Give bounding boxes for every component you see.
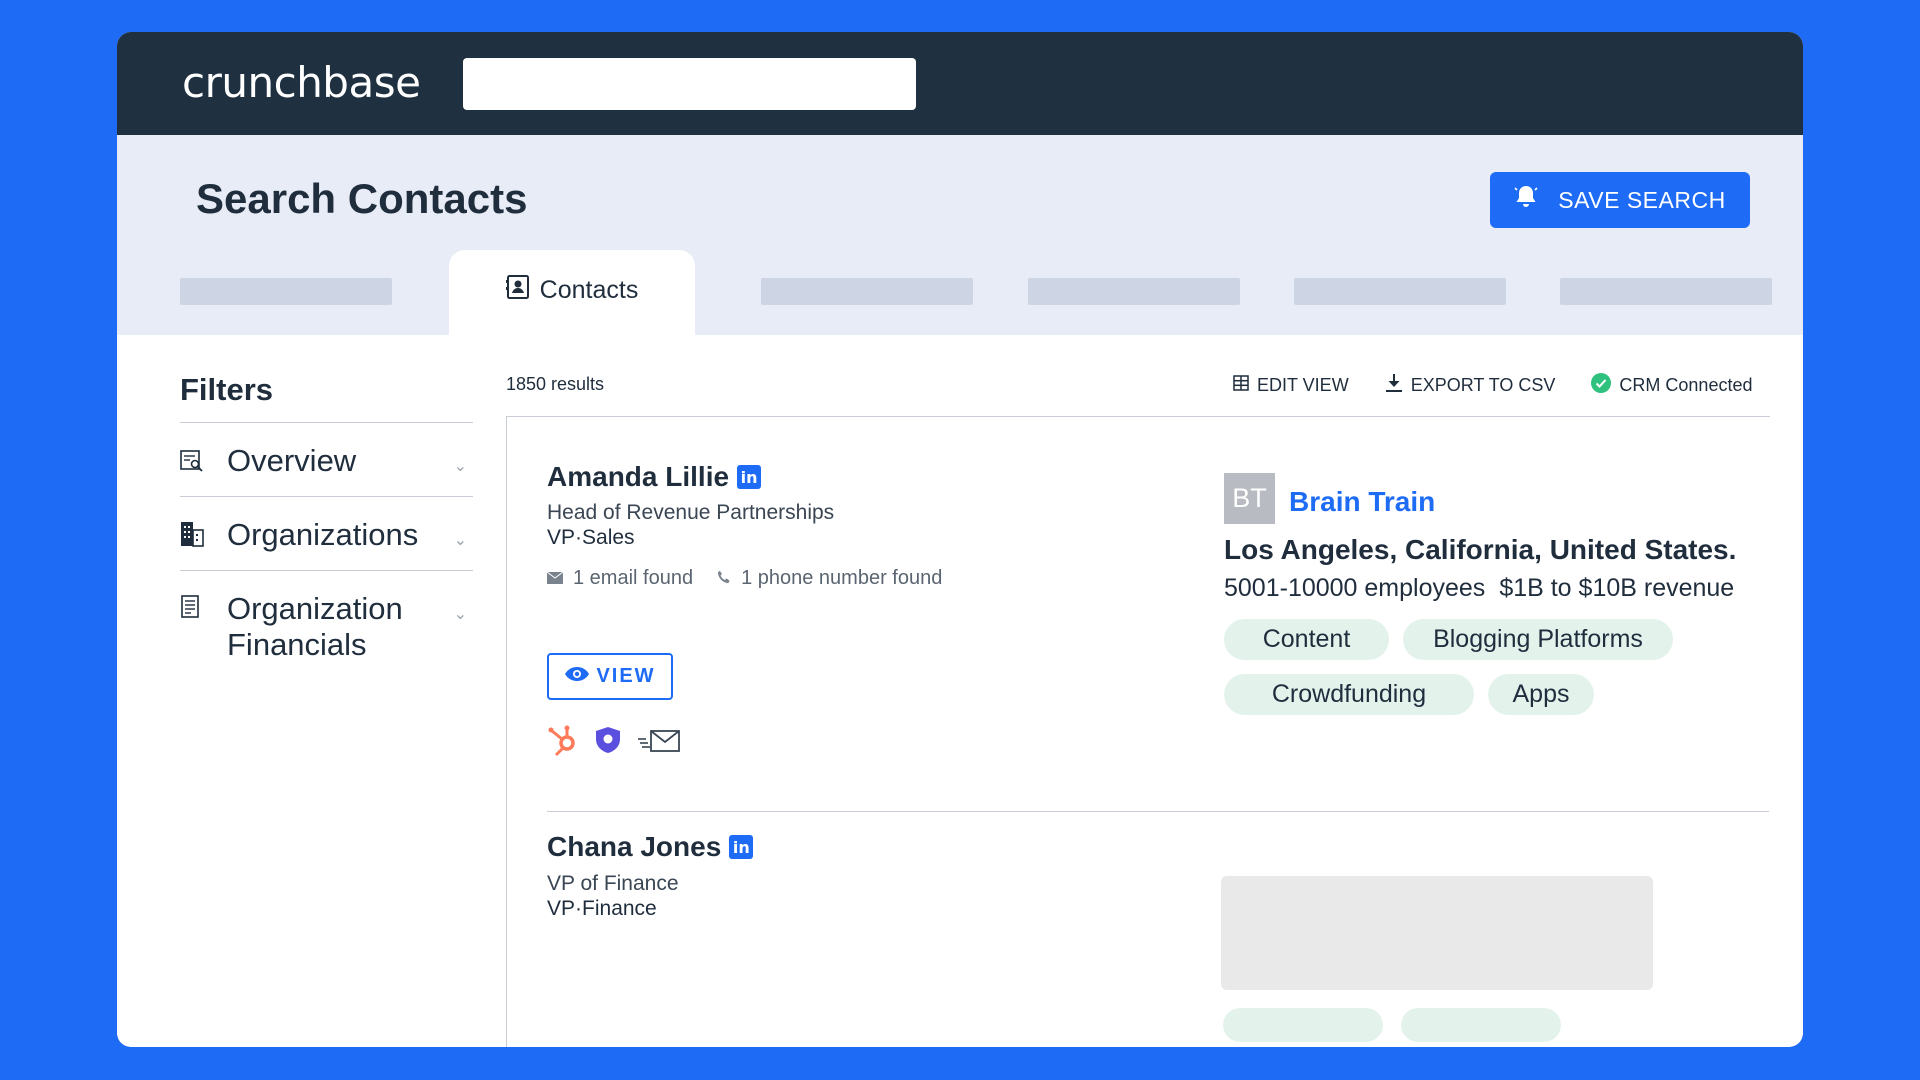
hubspot-icon[interactable]	[547, 723, 579, 762]
separator-dot: ·	[575, 526, 583, 549]
building-icon	[180, 519, 204, 547]
contact-title: Head of Revenue Partnerships	[547, 501, 835, 524]
org-employees: 5001-10000 employees	[1224, 574, 1486, 602]
email-found[interactable]: 1 email found	[546, 567, 694, 590]
page-header: Search Contacts SAVE SEARCH Contacts	[117, 135, 1803, 335]
overview-icon	[180, 445, 204, 472]
tab-placeholder[interactable]	[1294, 278, 1506, 305]
envelope-icon	[546, 567, 564, 590]
filter-label: Organization Financials	[227, 591, 403, 662]
org-industry-tags: Content Blogging Platforms Crowdfunding …	[1224, 619, 1784, 715]
contact-title: VP of Finance	[547, 872, 679, 895]
eye-icon	[564, 665, 590, 688]
phone-icon	[717, 567, 731, 590]
industry-tag[interactable]: Content	[1224, 619, 1389, 660]
shield-icon[interactable]	[593, 725, 623, 760]
crm-label: CRM Connected	[1619, 374, 1753, 395]
org-logo[interactable]: BT	[1224, 473, 1275, 524]
seniority-level: VP	[547, 526, 576, 549]
download-icon	[1385, 373, 1403, 398]
filters-sidebar: Filters Overview ⌄ Organizations ⌄ Organ…	[180, 372, 473, 680]
view-label: VIEW	[596, 665, 656, 687]
filter-organization-financials[interactable]: Organization Financials ⌄	[180, 570, 473, 680]
chevron-down-icon[interactable]: ⌄	[454, 523, 467, 559]
contact-info-found: 1 email found 1 phone number found	[546, 567, 942, 590]
filters-title: Filters	[180, 372, 274, 407]
results-toolbar: EDIT VIEW EXPORT TO CSV CRM Connected	[1233, 372, 1752, 398]
tab-placeholder[interactable]	[180, 278, 392, 305]
filter-label: Overview	[227, 443, 357, 478]
page-title: Search Contacts	[196, 175, 528, 222]
global-search-input[interactable]	[463, 58, 916, 110]
email-sequence-icon[interactable]	[637, 727, 681, 758]
crm-status[interactable]: CRM Connected	[1591, 372, 1753, 398]
tab-placeholder[interactable]	[1028, 278, 1240, 305]
export-label: EXPORT TO CSV	[1410, 374, 1556, 395]
contact-seniority: VP·Finance	[547, 897, 657, 921]
top-bar: crunchbase	[117, 32, 1803, 135]
department: Sales	[582, 526, 635, 549]
loading-tag	[1401, 1008, 1561, 1042]
separator-dot: ·	[575, 897, 583, 920]
filter-organizations[interactable]: Organizations ⌄	[180, 496, 473, 570]
linkedin-icon[interactable]: in	[737, 465, 762, 489]
org-meta: 5001-10000 employees $1B to $10B revenue	[1224, 574, 1734, 603]
org-location: Los Angeles, California, United States.	[1224, 534, 1737, 565]
check-circle-icon	[1591, 372, 1612, 398]
save-search-button[interactable]: SAVE SEARCH	[1490, 172, 1750, 228]
contact-name-text: Chana Jones	[547, 831, 722, 862]
industry-tag[interactable]: Apps	[1488, 674, 1594, 715]
department: Finance	[582, 897, 657, 920]
tab-placeholder[interactable]	[761, 278, 973, 305]
linkedin-icon[interactable]: in	[729, 835, 754, 859]
chevron-down-icon[interactable]: ⌄	[454, 597, 467, 633]
contact-card-icon	[505, 274, 530, 307]
phone-found-text: 1 phone number found	[741, 567, 943, 589]
email-found-text: 1 email found	[573, 567, 694, 589]
filter-label: Organizations	[227, 517, 419, 552]
tab-contacts[interactable]: Contacts	[449, 250, 695, 335]
row-divider	[547, 811, 1769, 812]
edit-view-button[interactable]: EDIT VIEW	[1233, 375, 1349, 396]
phone-found[interactable]: 1 phone number found	[717, 567, 942, 590]
seniority-level: VP	[547, 897, 576, 920]
export-csv-button[interactable]: EXPORT TO CSV	[1385, 373, 1556, 398]
crunchbase-logo[interactable]: crunchbase	[182, 58, 421, 107]
contact-name[interactable]: Chana Jones in	[547, 831, 754, 863]
app-window: crunchbase Search Contacts SAVE SEARCH C…	[117, 32, 1803, 1047]
bell-icon	[1514, 184, 1538, 216]
chevron-down-icon[interactable]: ⌄	[454, 449, 467, 485]
edit-view-label: EDIT VIEW	[1257, 374, 1349, 395]
loading-tag	[1223, 1008, 1383, 1042]
tab-placeholder[interactable]	[1560, 278, 1772, 305]
save-search-label: SAVE SEARCH	[1558, 186, 1726, 213]
contact-seniority: VP·Sales	[547, 526, 635, 550]
contact-name-text: Amanda Lillie	[547, 461, 730, 492]
view-contact-button[interactable]: VIEW	[547, 653, 673, 700]
contact-name[interactable]: Amanda Lillie in	[547, 461, 762, 493]
document-icon	[180, 593, 204, 619]
filter-overview[interactable]: Overview ⌄	[180, 422, 473, 496]
results-list: Amanda Lillie in Head of Revenue Partner…	[506, 416, 1770, 1047]
grid-icon	[1233, 374, 1249, 396]
integration-icons	[547, 723, 681, 762]
loading-org-card	[1221, 876, 1653, 990]
results-count: 1850 results	[506, 374, 605, 394]
industry-tag[interactable]: Blogging Platforms	[1403, 619, 1673, 660]
tab-contacts-label: Contacts	[539, 276, 639, 304]
org-name-link[interactable]: Brain Train	[1289, 486, 1435, 518]
industry-tag[interactable]: Crowdfunding	[1224, 674, 1474, 715]
org-revenue: $1B to $10B revenue	[1499, 574, 1735, 602]
